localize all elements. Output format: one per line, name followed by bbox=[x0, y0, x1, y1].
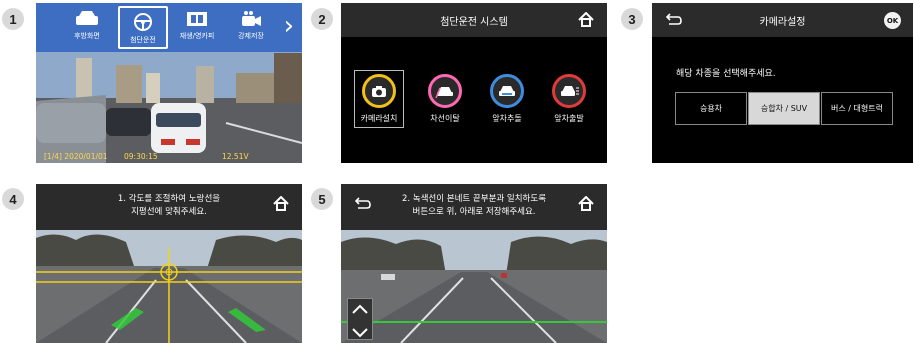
adas-item-label: 앞차출발 bbox=[554, 114, 584, 123]
vehicle-type-bus-option[interactable]: 버스 / 대형트럭 bbox=[821, 92, 893, 125]
menu-bar: 후방화면 첨단운전 재생/영카피 강제저장 › bbox=[36, 3, 302, 52]
lane-car-icon bbox=[428, 74, 462, 108]
vehicle-type-sedan-option[interactable]: 승용차 bbox=[675, 92, 747, 125]
chevron-down-icon[interactable] bbox=[348, 323, 372, 343]
adas-camera-install-button[interactable]: 카메라설치 bbox=[354, 70, 404, 128]
step-number: 3 bbox=[621, 8, 643, 30]
adas-lane-departure-button[interactable]: 차선이탈 bbox=[420, 74, 470, 124]
menu-label: 첨단운전 bbox=[130, 36, 156, 44]
screen-adas-system: 첨단운전 시스템 카메라설치 차선이탈 앞차추돌 앞차출발 bbox=[341, 3, 607, 163]
screen-camera-settings: 카메라설정 OK 해당 차종을 선택해주세요. 승용차 승합차 / SUV 버스… bbox=[652, 3, 913, 163]
screen-bonnet-alignment: 2. 녹색선이 본네트 끝부분과 일치하도록 버튼으로 위, 아래로 저장해주세… bbox=[341, 184, 607, 343]
screen-horizon-alignment: 1. 각도를 조절하여 노랑선을 지평선에 맞춰주세요. bbox=[36, 184, 302, 343]
vehicle-type-prompt: 해당 차종을 선택해주세요. bbox=[676, 69, 776, 79]
adjust-stepper bbox=[347, 298, 373, 340]
menu-playback-button[interactable]: 재생/영카피 bbox=[172, 6, 222, 49]
front-departure-icon bbox=[552, 74, 586, 108]
home-icon[interactable] bbox=[578, 12, 594, 27]
instruction-line: 1. 각도를 조절하여 노랑선을 bbox=[117, 194, 221, 204]
vehicle-type-suv-option[interactable]: 승합차 / SUV bbox=[748, 92, 820, 125]
screen-title: 카메라설정 bbox=[759, 16, 806, 28]
road-camera-view bbox=[341, 230, 607, 343]
back-icon[interactable] bbox=[355, 196, 371, 210]
step-number: 5 bbox=[311, 188, 333, 210]
road-camera-view bbox=[36, 230, 302, 343]
status-date: [1/4] 2020/01/01 bbox=[44, 152, 108, 161]
adas-item-label: 차선이탈 bbox=[430, 114, 460, 123]
front-collision-icon bbox=[490, 74, 524, 108]
screen-title: 첨단운전 시스템 bbox=[440, 16, 508, 28]
car-rear-icon bbox=[76, 11, 98, 25]
home-icon[interactable] bbox=[273, 196, 289, 211]
status-time: 09:30:15 bbox=[124, 152, 158, 161]
chevron-up-icon[interactable] bbox=[348, 299, 372, 319]
instruction-header: 2. 녹색선이 본네트 끝부분과 일치하도록 버튼으로 위, 아래로 저장해주세… bbox=[341, 184, 607, 230]
film-icon bbox=[187, 12, 207, 26]
menu-label: 재생/영카피 bbox=[179, 32, 215, 40]
home-icon[interactable] bbox=[578, 196, 594, 211]
instruction-line: 버튼으로 위, 아래로 저장해주세요. bbox=[412, 207, 536, 217]
menu-force-save-button[interactable]: 강제저장 bbox=[226, 6, 276, 49]
screen-main-menu: 후방화면 첨단운전 재생/영카피 강제저장 › [1/4] 2020/01/01… bbox=[36, 3, 302, 163]
instruction-line: 지평선에 맞춰주세요. bbox=[131, 207, 207, 217]
adas-front-departure-button[interactable]: 앞차출발 bbox=[544, 74, 594, 124]
status-voltage: 12.51V bbox=[222, 152, 249, 161]
menu-label: 후방화면 bbox=[74, 32, 100, 40]
step-number: 4 bbox=[2, 188, 24, 210]
screen-header: 첨단운전 시스템 bbox=[341, 3, 607, 37]
camera-icon bbox=[362, 74, 396, 108]
adas-front-collision-button[interactable]: 앞차추돌 bbox=[482, 74, 532, 124]
back-icon[interactable] bbox=[666, 12, 682, 26]
screen-header: 카메라설정 OK bbox=[652, 3, 913, 37]
menu-rear-view-button[interactable]: 후방화면 bbox=[62, 6, 112, 49]
menu-label: 강제저장 bbox=[238, 32, 264, 40]
steering-wheel-icon bbox=[134, 13, 152, 31]
instruction-header: 1. 각도를 조절하여 노랑선을 지평선에 맞춰주세요. bbox=[36, 184, 302, 230]
camera-icon bbox=[242, 11, 261, 26]
ok-button[interactable]: OK bbox=[884, 12, 901, 29]
chevron-right-icon[interactable]: › bbox=[284, 13, 294, 39]
adas-item-label: 카메라설치 bbox=[360, 114, 398, 123]
step-number: 2 bbox=[311, 8, 333, 30]
adas-item-label: 앞차추돌 bbox=[492, 114, 522, 123]
menu-adas-button[interactable]: 첨단운전 bbox=[118, 6, 168, 49]
status-bar: [1/4] 2020/01/01 09:30:15 12.51V bbox=[36, 151, 302, 163]
step-number: 1 bbox=[2, 8, 24, 30]
manual-figure: 1 2 3 4 5 후방화면 첨단운전 재생/영카피 강제저장 › [1/4] … bbox=[0, 0, 914, 343]
instruction-line: 2. 녹색선이 본네트 끝부분과 일치하도록 bbox=[401, 194, 547, 204]
